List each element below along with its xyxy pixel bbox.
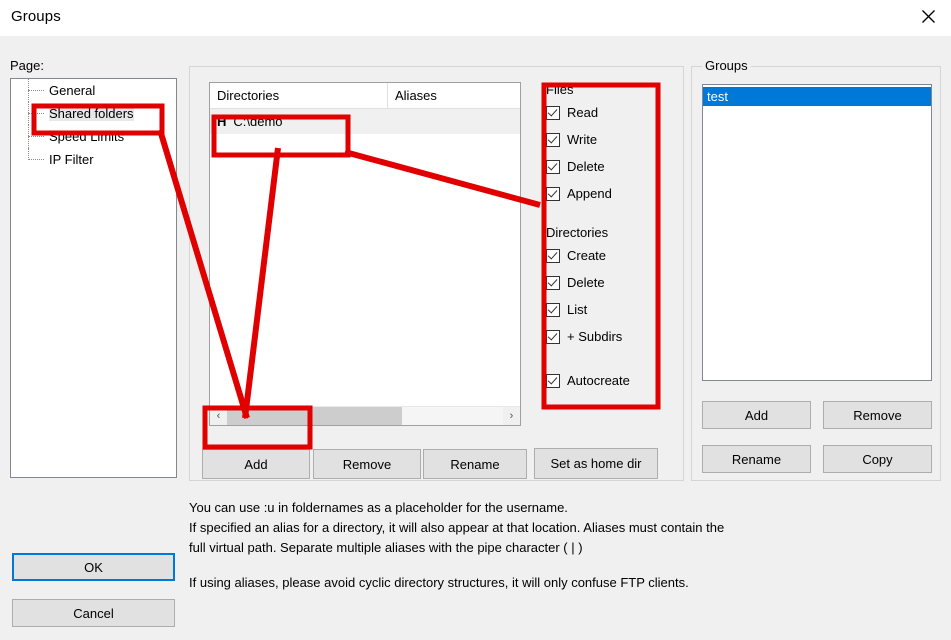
checkbox-label: Delete <box>567 159 605 174</box>
directory-path: C:\demo <box>233 114 283 129</box>
scrollbar-thumb[interactable] <box>227 407 402 425</box>
checkbox-icon[interactable] <box>546 132 560 147</box>
checkbox-append[interactable]: Append <box>546 180 666 207</box>
help-line-2: If specified an alias for a directory, i… <box>189 520 725 535</box>
tree-connector <box>28 136 44 138</box>
sidebar-item-speed-limits[interactable]: Speed Limits <box>11 125 176 148</box>
tree-connector <box>28 90 44 92</box>
tree-connector <box>28 113 44 115</box>
add-group-button[interactable]: Add <box>702 401 811 429</box>
copy-group-button[interactable]: Copy <box>823 445 932 473</box>
checkbox-icon[interactable] <box>546 302 560 317</box>
title-bar: Groups <box>0 0 951 37</box>
scrollbar-track[interactable] <box>227 407 503 425</box>
sidebar-item-general[interactable]: General <box>11 79 176 102</box>
sidebar-item-ip-filter[interactable]: IP Filter <box>11 148 176 171</box>
checkbox-label: + Subdirs <box>567 329 623 344</box>
listview-header: Directories Aliases <box>210 83 520 109</box>
checkbox-label: Autocreate <box>567 373 630 388</box>
checkbox-icon[interactable] <box>546 373 560 388</box>
checkbox-autocreate[interactable]: Autocreate <box>546 367 666 394</box>
directory-cell: H C:\demo <box>210 109 388 134</box>
directories-listview[interactable]: Directories Aliases H C:\demo ‹ › <box>209 82 521 426</box>
close-icon <box>921 9 935 23</box>
sidebar-item-label: Shared folders <box>49 106 134 121</box>
checkbox-icon[interactable] <box>546 248 560 263</box>
checkbox-dir-list[interactable]: List <box>546 296 666 323</box>
files-group-label: Files <box>546 82 574 97</box>
ok-button[interactable]: OK <box>12 553 175 581</box>
checkbox-read[interactable]: Read <box>546 99 666 126</box>
help-line-1: You can use :u in foldernames as a place… <box>189 500 568 515</box>
checkbox-label: Delete <box>567 275 605 290</box>
cancel-button[interactable]: Cancel <box>12 599 175 627</box>
page-tree[interactable]: General Shared folders Speed Limits IP F… <box>10 78 177 478</box>
checkbox-label: Read <box>567 105 599 120</box>
permissions-column: Files Read Write Delete Append Directori… <box>546 82 666 394</box>
checkbox-icon[interactable] <box>546 186 560 201</box>
sidebar-item-shared-folders[interactable]: Shared folders <box>11 102 176 125</box>
help-text: You can use :u in foldernames as a place… <box>189 498 889 593</box>
checkbox-label: Create <box>567 248 607 263</box>
checkbox-icon[interactable] <box>546 329 560 344</box>
tree-connector <box>28 159 44 161</box>
rename-group-button[interactable]: Rename <box>702 445 811 473</box>
home-dir-flag: H <box>217 114 227 129</box>
scroll-right-icon[interactable]: › <box>503 407 520 425</box>
checkbox-dir-subdirs[interactable]: + Subdirs <box>546 323 666 350</box>
checkbox-write[interactable]: Write <box>546 126 666 153</box>
column-header-aliases[interactable]: Aliases <box>388 83 520 108</box>
checkbox-icon[interactable] <box>546 275 560 290</box>
checkbox-label: Append <box>567 186 612 201</box>
checkbox-dir-delete[interactable]: Delete <box>546 269 666 296</box>
checkbox-label: Write <box>567 132 598 147</box>
checkbox-dir-create[interactable]: Create <box>546 242 666 269</box>
remove-group-button[interactable]: Remove <box>823 401 932 429</box>
set-as-home-dir-button[interactable]: Set as home dir <box>534 448 658 479</box>
list-item[interactable]: test <box>703 87 931 106</box>
rename-directory-button[interactable]: Rename <box>423 449 527 479</box>
table-row[interactable]: H C:\demo <box>210 109 520 134</box>
horizontal-scrollbar[interactable]: ‹ › <box>210 406 520 425</box>
checkbox-icon[interactable] <box>546 105 560 120</box>
checkbox-icon[interactable] <box>546 159 560 174</box>
sidebar-item-label: General <box>49 83 96 98</box>
help-line-3: full virtual path. Separate multiple ali… <box>189 540 583 555</box>
close-button[interactable] <box>905 0 951 32</box>
sidebar-item-label: IP Filter <box>49 152 94 167</box>
directories-group-label: Directories <box>546 225 609 240</box>
add-directory-button[interactable]: Add <box>202 449 310 479</box>
scroll-left-icon[interactable]: ‹ <box>210 407 227 425</box>
sidebar-item-label: Speed Limits <box>49 129 125 144</box>
groups-listbox[interactable]: test <box>702 84 932 381</box>
dialog-client-area: Page: General Shared folders Speed Limit… <box>0 36 951 640</box>
checkbox-file-delete[interactable]: Delete <box>546 153 666 180</box>
remove-directory-button[interactable]: Remove <box>313 449 421 479</box>
page-label: Page: <box>10 58 44 73</box>
checkbox-label: List <box>567 302 588 317</box>
groups-legend-label: Groups <box>702 58 751 73</box>
help-line-4: If using aliases, please avoid cyclic di… <box>189 575 689 590</box>
window-title: Groups <box>11 8 61 25</box>
column-header-directories[interactable]: Directories <box>210 83 388 108</box>
alias-cell <box>388 109 520 134</box>
